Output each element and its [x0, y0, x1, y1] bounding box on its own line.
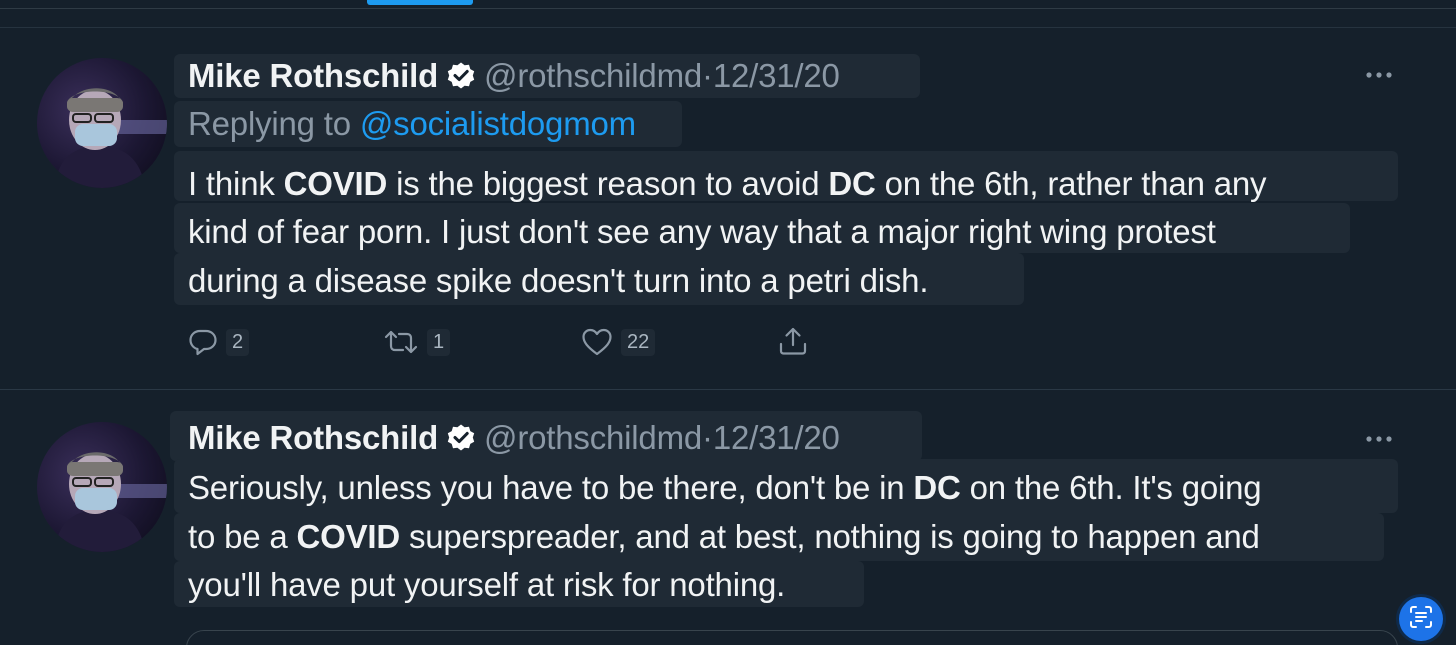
retweet-icon — [383, 327, 419, 357]
tweet-divider — [0, 389, 1456, 390]
share-button[interactable] — [777, 325, 809, 357]
text-segment: kind of fear porn. I just don't see any … — [188, 213, 1216, 250]
header-separator: · — [702, 57, 713, 94]
text-recognition-button[interactable] — [1399, 597, 1443, 641]
twitter-thread-view: Mike Rothschild @rothschildmd·12/31/20 Re… — [0, 0, 1456, 645]
like-count: 22 — [621, 328, 656, 356]
author-avatar[interactable] — [37, 422, 167, 552]
text-recognition-icon — [1408, 604, 1434, 635]
text-segment: on the 6th, rather than any — [875, 165, 1267, 202]
header-separator: · — [702, 419, 713, 456]
tweet-header: Mike Rothschild @rothschildmd·12/31/20 — [188, 56, 840, 100]
author-name[interactable]: Mike Rothschild — [188, 419, 438, 456]
replying-to-mention[interactable]: @socialistdogmom — [360, 105, 636, 142]
tweet-text-line: you'll have put yourself at risk for not… — [188, 565, 785, 605]
quoted-card[interactable] — [186, 630, 1398, 645]
tweet-text-line: kind of fear porn. I just don't see any … — [188, 212, 1216, 252]
text-segment: to be a — [188, 518, 297, 555]
text-bold: COVID — [296, 518, 401, 555]
author-avatar[interactable] — [37, 58, 167, 188]
tweet-text-line: to be a COVID superspreader, and at best… — [188, 517, 1260, 557]
text-segment: is the biggest reason to avoid — [387, 165, 829, 202]
reply-icon — [188, 327, 218, 357]
top-divider — [0, 27, 1456, 28]
text-segment: superspreader, and at best, nothing is g… — [400, 518, 1260, 555]
tweet-text-line: Seriously, unless you have to be there, … — [188, 468, 1262, 508]
text-bold: DC — [913, 469, 961, 506]
more-options-icon[interactable] — [1364, 68, 1394, 80]
text-segment: you'll have put yourself at risk for not… — [188, 566, 786, 603]
more-options-icon[interactable] — [1364, 432, 1394, 444]
text-segment: during a disease spike doesn't turn into… — [188, 262, 929, 299]
text-segment: Seriously, unless you have to be there, … — [188, 469, 914, 506]
verified-badge-icon — [446, 60, 476, 100]
tweet-date[interactable]: 12/31/20 — [713, 419, 840, 456]
text-bold: DC — [828, 165, 876, 202]
author-handle[interactable]: @rothschildmd — [484, 419, 702, 456]
author-name[interactable]: Mike Rothschild — [188, 57, 438, 94]
like-button[interactable]: 22 — [581, 326, 656, 358]
share-icon — [777, 325, 809, 357]
verified-badge-icon — [446, 422, 476, 462]
replying-to: Replying to @socialistdogmom — [188, 104, 636, 144]
tweet-text-line: I think COVID is the biggest reason to a… — [188, 164, 1267, 204]
retweet-button[interactable]: 1 — [383, 326, 451, 358]
like-icon — [581, 327, 613, 357]
active-tab-indicator — [367, 0, 473, 5]
reply-count: 2 — [226, 328, 250, 356]
retweet-count: 1 — [427, 328, 451, 356]
author-handle[interactable]: @rothschildmd — [484, 57, 702, 94]
replying-to-label: Replying to — [188, 105, 360, 142]
tweet-header: Mike Rothschild @rothschildmd·12/31/20 — [188, 418, 840, 462]
tweet-date[interactable]: 12/31/20 — [713, 57, 840, 94]
text-bold: COVID — [283, 165, 388, 202]
text-segment: I think — [188, 165, 284, 202]
tweet-text-line: during a disease spike doesn't turn into… — [188, 261, 928, 301]
text-segment: on the 6th. It's going — [960, 469, 1262, 506]
tab-bar — [0, 0, 1456, 9]
reply-button[interactable]: 2 — [188, 326, 250, 358]
